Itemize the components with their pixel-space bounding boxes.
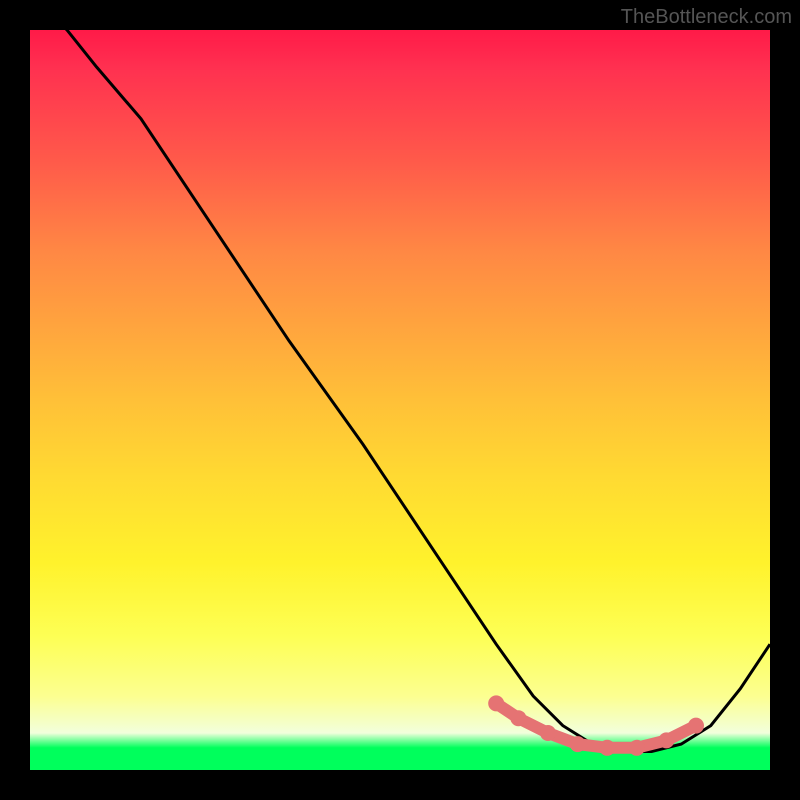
watermark-text: TheBottleneck.com xyxy=(621,6,792,29)
highlight-dot xyxy=(658,732,674,748)
highlight-dot xyxy=(570,736,586,752)
highlight-dot xyxy=(510,710,526,726)
highlight-dot xyxy=(488,695,504,711)
highlight-dot xyxy=(629,740,645,756)
highlight-dot xyxy=(540,725,556,741)
curve-line xyxy=(30,30,770,752)
plot-area xyxy=(30,30,770,770)
chart-container: TheBottleneck.com xyxy=(0,0,800,800)
chart-svg xyxy=(30,30,770,770)
highlight-dot xyxy=(688,718,704,734)
highlight-dot xyxy=(599,740,615,756)
